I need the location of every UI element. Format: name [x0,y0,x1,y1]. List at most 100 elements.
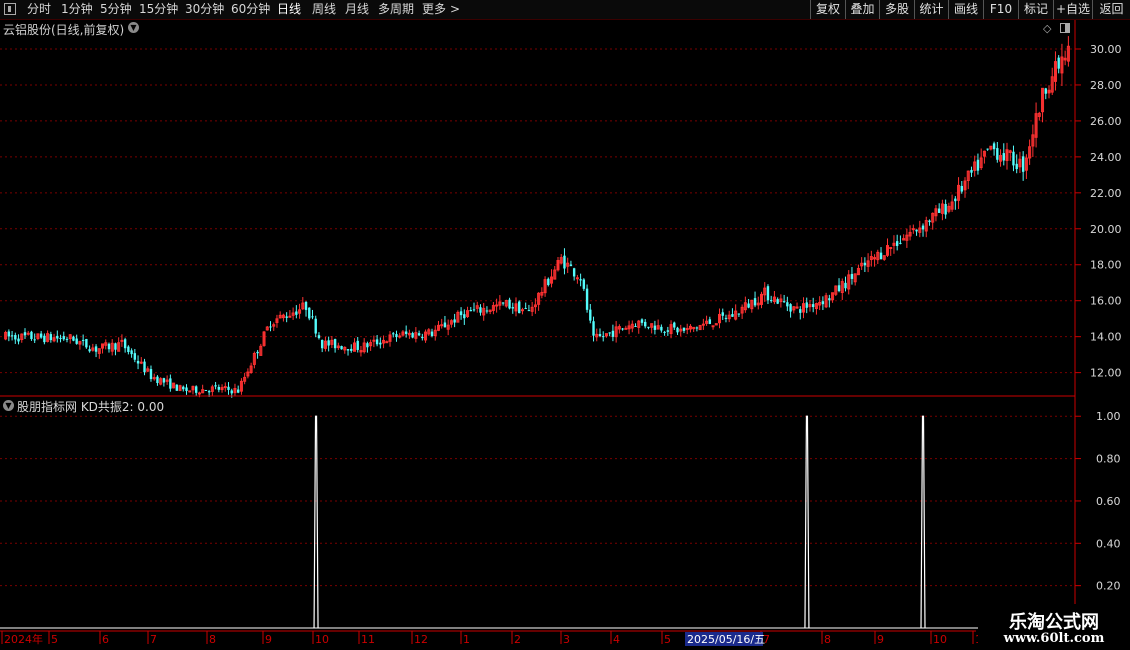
date-tick-label: 9 [877,633,884,646]
candle-body-down [130,350,133,355]
chevron-right-icon[interactable]: > [450,0,460,19]
date-tick-label: 10 [933,633,947,646]
candle-body-down [673,322,676,328]
date-tick-label: 5 [51,633,58,646]
period-tab-30min[interactable]: 30分钟 [185,0,224,19]
candle-body-down [611,330,615,337]
date-tick-label: 12 [414,633,428,646]
candle-body-up [288,315,292,318]
candle-body-down [1021,156,1025,172]
candle-body-down [320,340,324,349]
candle-body-down [782,301,786,303]
candle-body-down [75,338,78,344]
candle-body-down [598,334,602,337]
candle-body-down [844,282,847,289]
period-tab-weekly[interactable]: 周线 [312,0,336,19]
candle-body-down [395,334,398,338]
candle-body-down [207,391,211,393]
candle-body-down [850,273,854,279]
candle-body-down [236,389,240,393]
candle-body-down [501,302,505,304]
candle-body-down [421,336,424,339]
value-tick-label: 1.00 [1096,410,1121,423]
candle-body-down [443,322,447,328]
candle-body-up [139,361,143,364]
candle-body-up [26,332,30,335]
candle-body-down [928,220,931,223]
value-tick-label: 0.60 [1096,495,1121,508]
candle-body-down [127,346,130,352]
add-watchlist-button[interactable]: +自选 [1053,0,1092,19]
period-tab-monthly[interactable]: 月线 [345,0,369,19]
candle-body-down [195,386,198,393]
date-tick-label: 4 [613,633,620,646]
period-tab-multi[interactable]: 多周期 [378,0,414,19]
kd-signal-spike [804,415,810,629]
candle-body-down [944,204,947,215]
date-tick-label: 3 [563,633,570,646]
candle-body-down [295,311,298,315]
candle-body-down [65,338,69,340]
multi-stock-button[interactable]: 多股 [879,0,914,19]
period-tab-intraday[interactable]: 分时 [27,0,51,19]
candle-body-down [786,302,789,307]
candle-body-down [811,304,815,308]
candle-body-down [162,378,166,383]
candle-body-down [666,330,670,332]
overlay-button[interactable]: 叠加 [845,0,879,19]
date-tick-label: 6 [102,633,109,646]
candle-body-up [385,341,389,344]
mark-button[interactable]: 标记 [1018,0,1053,19]
candle-body-down [169,378,172,389]
period-tab-more[interactable]: 更多 [422,0,446,19]
period-tab-15min[interactable]: 15分钟 [139,0,178,19]
candle-body-down [695,327,699,329]
candle-body-down [1044,88,1047,94]
candle-body-down [143,361,146,373]
candle-body-down [511,307,514,309]
period-tab-1min[interactable]: 1分钟 [61,0,93,19]
period-toolbar: 分时 1分钟 5分钟 15分钟 30分钟 60分钟 日线 周线 月线 多周期 更… [0,0,1130,20]
candle-body-down [1057,57,1060,69]
candle-body-down [123,339,127,349]
candle-body-down [579,279,582,281]
chart-canvas[interactable]: 12.00 14.00 16.00 18.00 20.00 22.00 24.00 26.00… [0,0,1130,650]
candle-body-down [937,208,941,213]
candle-body-down [653,325,657,330]
sub-value-axis: 0.20 0.40 0.60 0.80 1.00 [1074,396,1121,630]
candle-body-down [314,318,317,334]
value-tick-label: 0.20 [1096,580,1121,593]
period-tab-5min[interactable]: 5分钟 [100,0,132,19]
candle-body-down [317,335,321,339]
period-tab-60min[interactable]: 60分钟 [231,0,270,19]
candle-body-down [133,353,137,360]
back-button[interactable]: 返回 [1092,0,1130,19]
candle-body-down [608,332,611,334]
draw-line-button[interactable]: 画线 [948,0,983,19]
chevron-down-icon[interactable]: ▼ [3,400,14,411]
adjust-button[interactable]: 复权 [810,0,845,19]
candle-body-down [805,302,808,308]
f10-button[interactable]: F10 [983,0,1018,19]
candle-body-down [915,229,918,232]
candle-body-down [217,386,221,390]
chevron-down-icon[interactable]: ▼ [128,22,139,33]
candle-body-down [230,390,233,394]
candle-body-up [701,323,705,326]
candle-body-down [789,304,792,312]
window-icon[interactable] [4,3,16,15]
period-tab-daily[interactable]: 日线 [277,0,301,19]
date-tick-label: 8 [209,633,216,646]
date-tick-label: 2024年 [4,632,43,646]
panel-toggle-icon[interactable] [1060,23,1070,33]
candle-body-down [333,339,337,349]
candle-body-down [731,314,734,317]
candle-body-down [269,326,272,328]
candle-body-down [311,316,314,318]
main-price-axis: 12.00 14.00 16.00 18.00 20.00 22.00 24.00 26.00… [1074,20,1122,396]
statistics-button[interactable]: 统计 [914,0,948,19]
diamond-icon[interactable]: ◇ [1043,22,1051,35]
candle-body-up [372,339,376,342]
candle-body-down [459,311,463,316]
candle-body-down [59,337,62,339]
